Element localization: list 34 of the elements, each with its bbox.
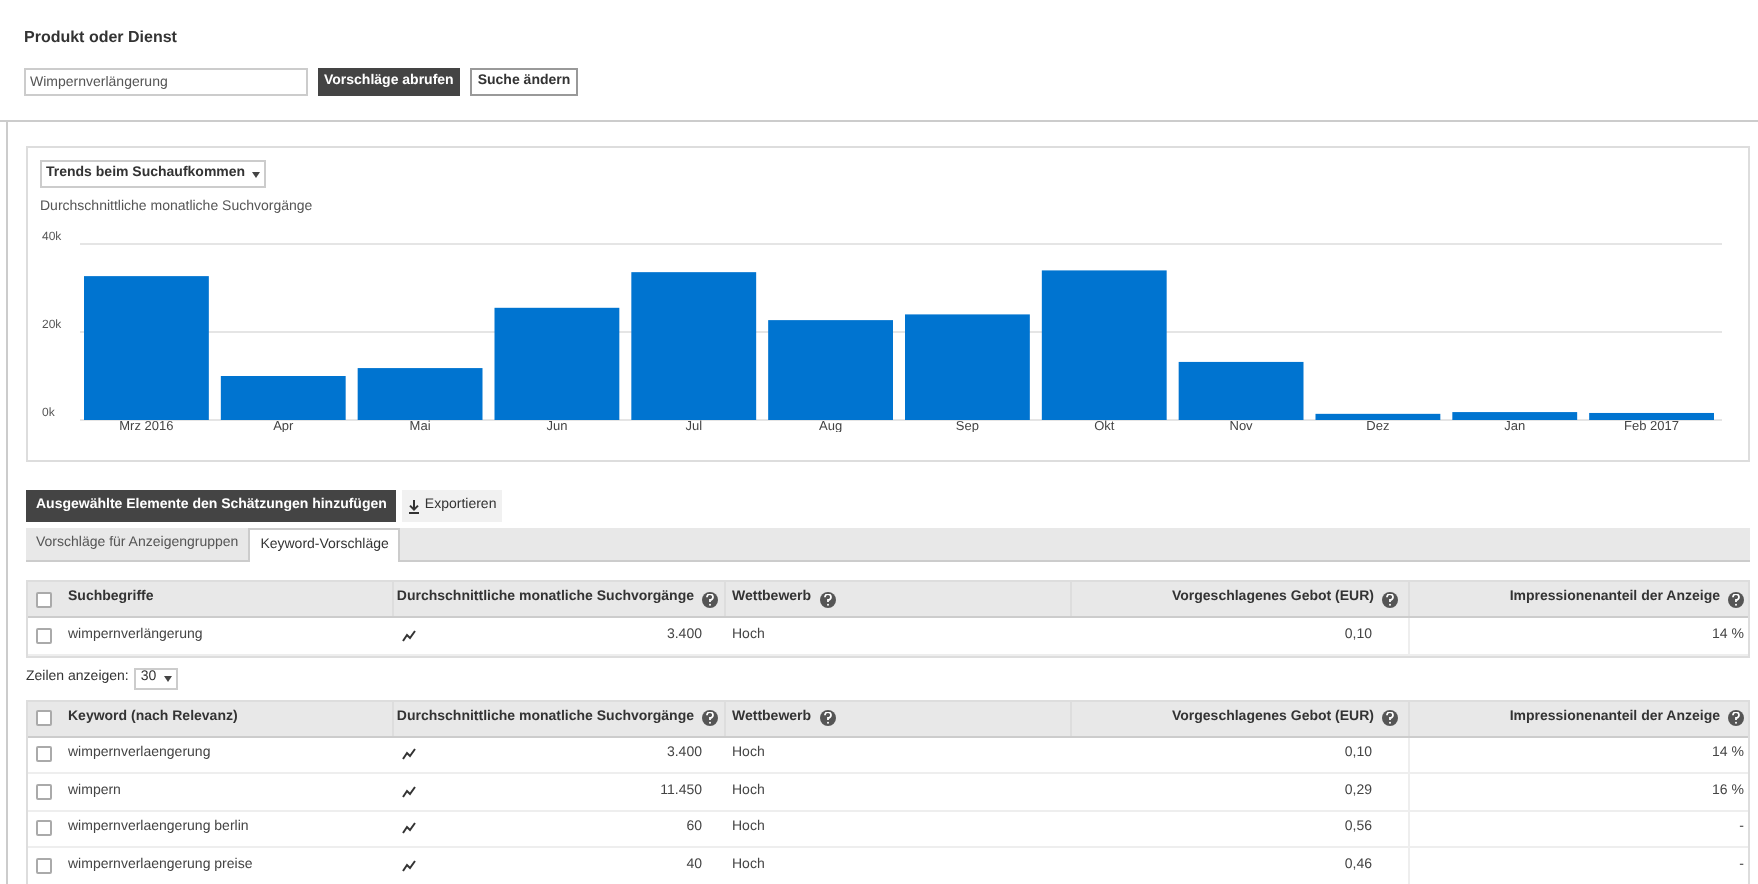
- trend-chart-icon[interactable]: [402, 859, 416, 872]
- help-icon: [819, 710, 836, 726]
- checkbox[interactable]: [36, 746, 52, 763]
- checkbox[interactable]: [36, 627, 52, 644]
- checkbox[interactable]: [36, 820, 52, 837]
- checkbox[interactable]: [36, 710, 52, 726]
- bar: [768, 319, 893, 419]
- bar: [357, 367, 483, 419]
- section-title: Produkt oder Dienst: [24, 26, 179, 50]
- bar: [1178, 360, 1304, 419]
- bar: [1589, 411, 1714, 419]
- bar: [1452, 411, 1578, 419]
- trend-chart-icon[interactable]: [402, 785, 416, 798]
- download-icon: [408, 499, 421, 513]
- checkbox[interactable]: [36, 783, 52, 800]
- help-icon: [1382, 710, 1398, 726]
- trend-chart-icon[interactable]: [402, 629, 416, 642]
- help-icon: [1728, 710, 1744, 726]
- help-icon: [1728, 591, 1744, 607]
- bar: [494, 306, 620, 419]
- trend-chart-icon[interactable]: [402, 822, 416, 835]
- help-icon: [1382, 591, 1398, 607]
- checkbox[interactable]: [36, 591, 52, 607]
- bar: [220, 375, 346, 419]
- caret-icon: [251, 171, 260, 177]
- caret-icon: [164, 675, 173, 681]
- help-icon: [819, 591, 836, 607]
- bar: [905, 313, 1030, 419]
- checkbox[interactable]: [36, 857, 52, 874]
- bar: [84, 275, 209, 419]
- trend-chart-icon[interactable]: [402, 748, 416, 761]
- bar: [1315, 412, 1441, 419]
- help-icon: [702, 710, 718, 726]
- help-icon: [702, 591, 718, 607]
